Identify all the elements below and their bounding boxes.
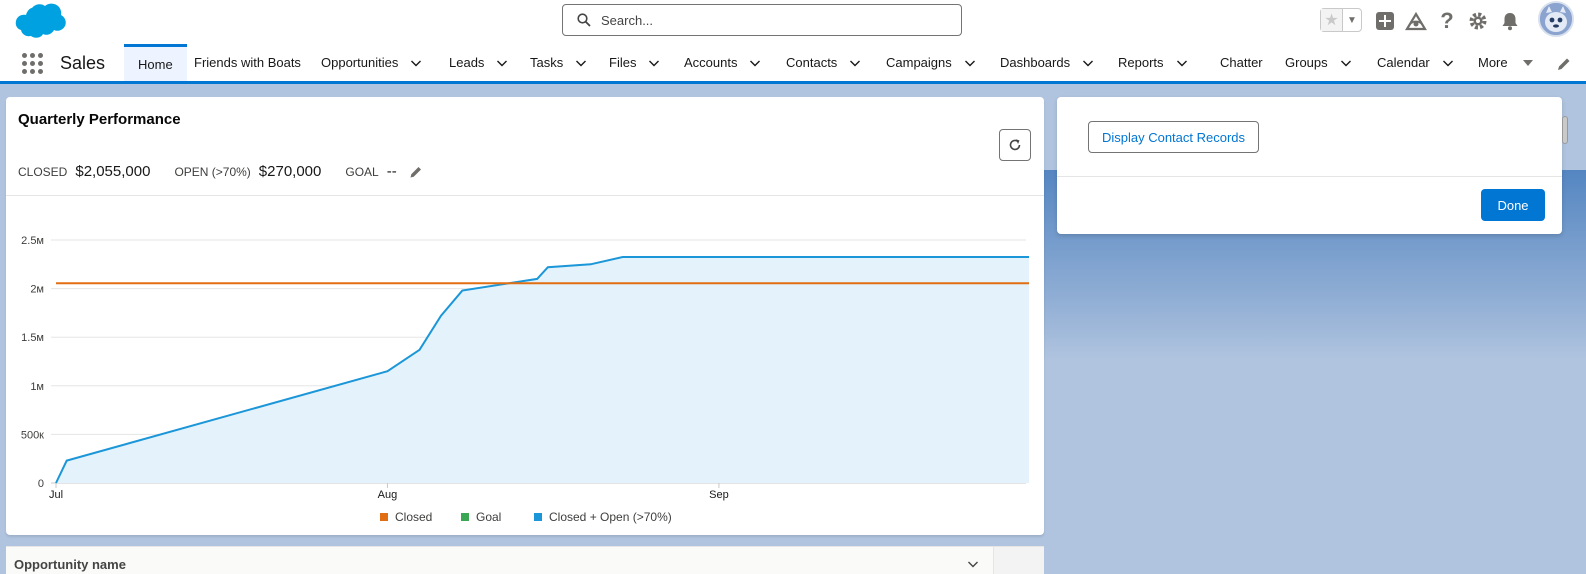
legend-label: Goal	[476, 510, 501, 524]
nav-tab-label: Files	[609, 55, 637, 70]
nav-tab-label: Reports	[1118, 55, 1164, 70]
caret-down-icon[interactable]	[1522, 57, 1534, 69]
open-value: $270,000	[258, 163, 322, 180]
chevron-down-icon[interactable]	[967, 558, 979, 570]
refresh-icon	[1009, 139, 1021, 151]
legend-swatch	[534, 513, 542, 521]
nav-tab-label: Chatter	[1220, 55, 1263, 70]
nav-tab-label: Opportunities	[321, 55, 399, 70]
chevron-down-icon[interactable]	[749, 57, 761, 69]
nav-tab-label: More	[1478, 55, 1508, 70]
quarterly-performance-chart: 0 500к 1м 1.5м 2м 2.5м Jul Aug Sep Closed Goal Clos…	[21, 235, 1029, 524]
app-navigation-bar: Sales Home Friends with Boats Opportunit…	[0, 44, 1586, 84]
x-tick-label: Aug	[378, 489, 398, 501]
edit-nav-pencil-icon[interactable]	[1556, 56, 1572, 72]
nav-tab-tasks[interactable]: Tasks	[530, 44, 587, 81]
help-icon[interactable]: ?	[1436, 8, 1458, 33]
opportunity-table: Opportunity name	[6, 546, 1044, 574]
nav-tab-files[interactable]: Files	[609, 44, 660, 81]
x-tick-label: Sep	[709, 489, 729, 501]
global-header: ★ ▼ ?	[0, 0, 1586, 44]
chevron-down-icon[interactable]	[648, 57, 660, 69]
y-tick-label: 0	[38, 478, 44, 490]
nav-tab-label: Dashboards	[1000, 55, 1071, 70]
setup-gear-icon[interactable]	[1467, 10, 1489, 32]
favorites-caret-icon[interactable]: ▼	[1343, 9, 1361, 31]
nav-tab-label: Accounts	[684, 55, 738, 70]
nav-tab-campaigns[interactable]: Campaigns	[886, 44, 976, 81]
nav-tab-label: Groups	[1285, 55, 1328, 70]
chevron-down-icon[interactable]	[1082, 57, 1094, 69]
panel-divider	[1057, 176, 1562, 177]
nav-tab-label: Leads	[449, 55, 485, 70]
nav-tab-accounts[interactable]: Accounts	[684, 44, 761, 81]
chevron-down-icon[interactable]	[1340, 57, 1352, 69]
table-header-opportunity-name[interactable]: Opportunity name	[6, 547, 994, 574]
y-tick-label: 1м	[30, 381, 44, 393]
nav-tab-friends-with-boats[interactable]: Friends with Boats	[194, 44, 301, 81]
y-tick-label: 2.5м	[21, 235, 44, 247]
nav-tab-more[interactable]: More	[1478, 44, 1534, 81]
closed-label: CLOSED	[18, 165, 68, 179]
goal-value: --	[386, 163, 397, 180]
trailhead-icon[interactable]	[1405, 10, 1427, 32]
closed-value: $2,055,000	[75, 163, 151, 180]
chevron-down-icon[interactable]	[1442, 57, 1454, 69]
nav-tab-label: Friends with Boats	[194, 55, 301, 70]
card-divider	[6, 195, 1044, 196]
nav-tab-chatter[interactable]: Chatter	[1220, 44, 1263, 81]
user-avatar[interactable]	[1538, 1, 1574, 37]
legend-swatch	[380, 513, 388, 521]
nav-tab-dashboards[interactable]: Dashboards	[1000, 44, 1094, 81]
nav-tab-contacts[interactable]: Contacts	[786, 44, 861, 81]
chevron-down-icon[interactable]	[849, 57, 861, 69]
nav-tab-label: Contacts	[786, 55, 838, 70]
notifications-bell-icon[interactable]	[1499, 10, 1521, 32]
app-name: Sales	[60, 53, 106, 73]
app-launcher-icon[interactable]	[22, 53, 44, 75]
utility-panel: Display Contact Records Done	[1057, 97, 1562, 234]
y-tick-label: 500к	[21, 429, 44, 441]
done-button[interactable]: Done	[1481, 189, 1545, 221]
salesforce-cloud-logo[interactable]	[8, 2, 68, 42]
chevron-down-icon[interactable]	[496, 57, 508, 69]
x-tick-label: Jul	[49, 489, 63, 501]
chevron-down-icon[interactable]	[1176, 57, 1188, 69]
favorites-star-icon[interactable]: ★	[1321, 9, 1343, 31]
performance-metrics: CLOSED $2,055,000 OPEN (>70%) $270,000 G…	[18, 163, 423, 180]
nav-tab-home[interactable]: Home	[124, 44, 187, 81]
goal-label: GOAL	[345, 165, 379, 179]
chevron-down-icon[interactable]	[964, 57, 976, 69]
card-title: Quarterly Performance	[18, 111, 181, 128]
nav-tab-reports[interactable]: Reports	[1118, 44, 1188, 81]
edit-goal-pencil-icon[interactable]	[409, 165, 423, 179]
open-label: OPEN (>70%)	[174, 165, 251, 179]
nav-tab-label: Tasks	[530, 55, 564, 70]
refresh-button[interactable]	[999, 129, 1031, 161]
search-icon	[577, 13, 591, 27]
y-tick-label: 1.5м	[21, 332, 44, 344]
panel-scrollbar[interactable]	[1562, 116, 1568, 144]
closed-open-area-fill	[56, 257, 1029, 483]
global-add-icon[interactable]	[1374, 10, 1396, 32]
column-header-label: Opportunity name	[14, 557, 126, 572]
chevron-down-icon[interactable]	[575, 57, 587, 69]
nav-tab-leads[interactable]: Leads	[449, 44, 508, 81]
legend-label: Closed	[395, 510, 432, 524]
nav-tab-groups[interactable]: Groups	[1285, 44, 1352, 81]
chevron-down-icon[interactable]	[410, 57, 422, 69]
favorites-group: ★ ▼	[1320, 8, 1362, 32]
nav-tab-calendar[interactable]: Calendar	[1377, 44, 1454, 81]
y-tick-label: 2м	[30, 284, 44, 296]
quarterly-performance-card: Quarterly Performance CLOSED $2,055,000 …	[6, 97, 1044, 535]
nav-tab-opportunities[interactable]: Opportunities	[321, 44, 422, 81]
nav-tab-label: Home	[138, 56, 173, 72]
legend-label: Closed + Open (>70%)	[549, 510, 672, 524]
legend-swatch	[461, 513, 469, 521]
search-input[interactable]	[601, 12, 941, 28]
global-search-box[interactable]	[562, 4, 962, 36]
display-contact-records-button[interactable]: Display Contact Records	[1088, 121, 1259, 153]
nav-tab-label: Campaigns	[886, 55, 952, 70]
nav-tab-label: Calendar	[1377, 55, 1430, 70]
